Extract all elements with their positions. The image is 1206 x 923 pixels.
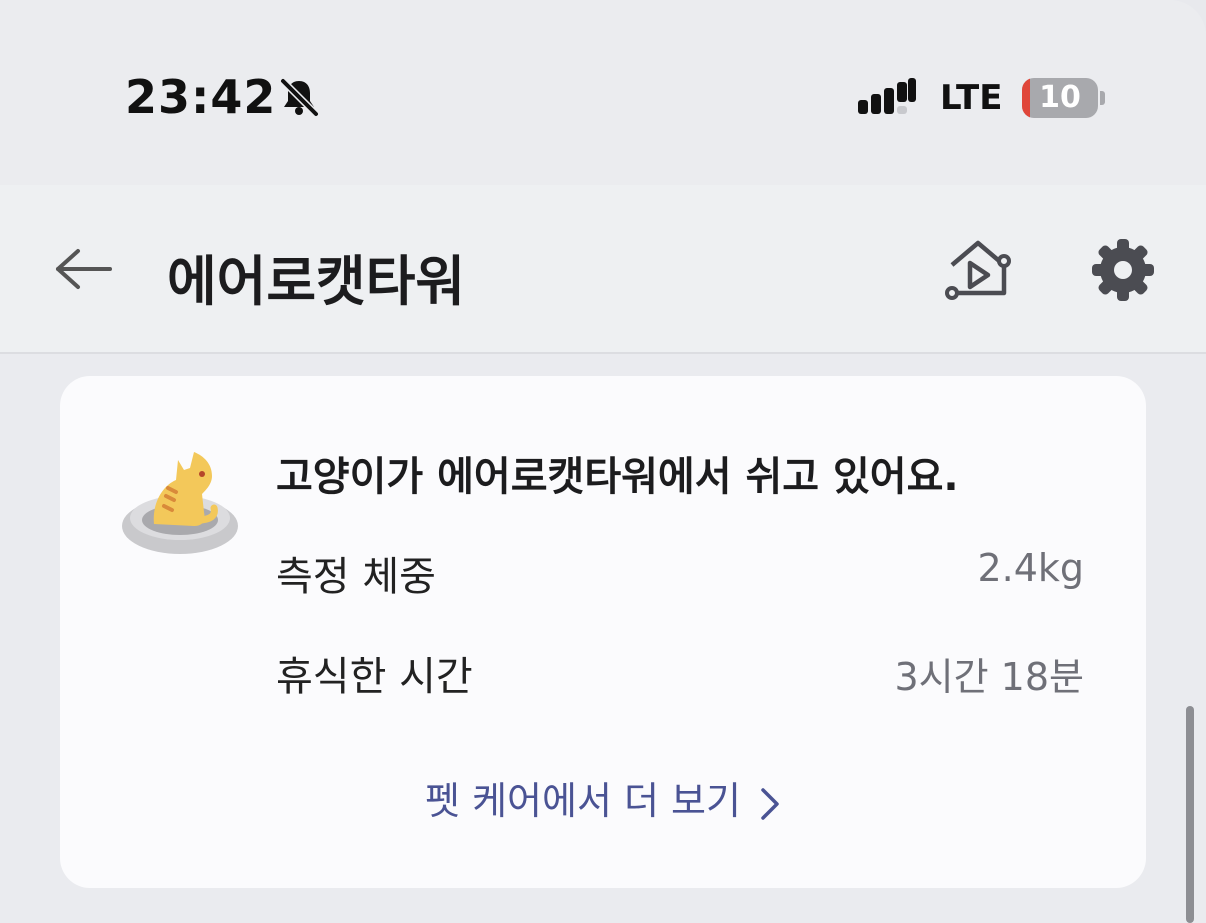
status-bar: 23:42 LTE 10 bbox=[0, 0, 1206, 185]
home-play-icon[interactable] bbox=[942, 237, 1014, 301]
pet-status-card: 고양이가 에어로캣타워에서 쉬고 있어요. 측정 체중 2.4kg 휴식한 시간… bbox=[60, 376, 1146, 888]
app-screen: 23:42 LTE 10 에어로캣타워 고양이가 에어로캣타워에서 쉬고 있어요… bbox=[0, 0, 1206, 923]
weight-value: 2.4kg bbox=[977, 546, 1084, 590]
battery-indicator: 10 bbox=[1022, 78, 1098, 118]
status-time: 23:42 bbox=[125, 70, 277, 124]
cat-bed-icon bbox=[122, 452, 238, 554]
battery-cap bbox=[1100, 91, 1105, 105]
network-type: LTE bbox=[940, 78, 1003, 118]
signal-icon bbox=[858, 78, 916, 114]
pet-care-more-link[interactable]: 펫 케어에서 더 보기 bbox=[60, 770, 1146, 825]
rest-time-value: 3시간 18분 bbox=[894, 655, 1085, 699]
battery-percent: 10 bbox=[1039, 80, 1081, 115]
chevron-right-icon bbox=[761, 787, 779, 820]
scrollbar[interactable] bbox=[1186, 706, 1194, 923]
gear-icon[interactable] bbox=[1090, 237, 1156, 303]
card-title: 고양이가 에어로캣타워에서 쉬고 있어요. bbox=[276, 454, 959, 500]
more-link-label: 펫 케어에서 더 보기 bbox=[425, 779, 741, 823]
bell-muted-icon bbox=[280, 78, 319, 117]
page-title: 에어로캣타워 bbox=[167, 250, 466, 313]
weight-label: 측정 체중 bbox=[276, 554, 436, 600]
rest-time-label: 휴식한 시간 bbox=[276, 654, 473, 700]
app-header: 에어로캣타워 bbox=[0, 185, 1206, 354]
back-arrow-icon[interactable] bbox=[52, 245, 116, 293]
